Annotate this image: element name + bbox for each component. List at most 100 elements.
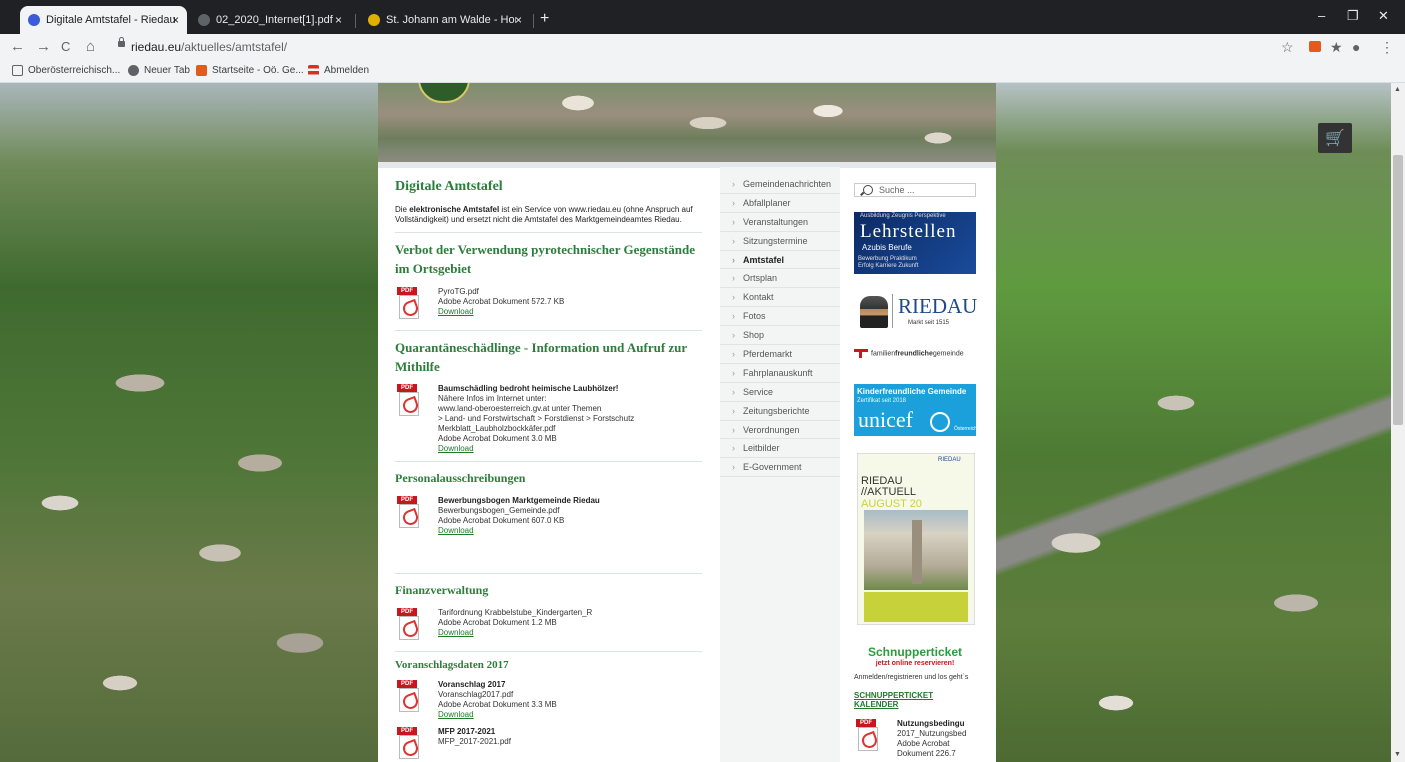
file-name: MFP_2017-2021.pdf: [438, 737, 511, 746]
address-bar[interactable]: riedau.eu/aktuelles/amtstafel/: [131, 40, 287, 54]
nav-item-ortsplan[interactable]: Ortsplan: [720, 269, 840, 289]
scroll-thumb[interactable]: [1393, 155, 1403, 425]
content-page: Digitale Amtstafel Die elektronische Amt…: [378, 83, 996, 762]
riedau-aktuell-magazine[interactable]: RIEDAU RIEDAU //AKTUELL AUGUST 20: [857, 453, 975, 625]
maximize-icon[interactable]: ❐: [1347, 8, 1359, 24]
tab-strip: Digitale Amtstafel - RiedauJeben × 02_20…: [0, 0, 1405, 34]
minimize-icon[interactable]: –: [1318, 8, 1325, 23]
back-icon[interactable]: ←: [10, 38, 25, 55]
file-info: Adobe Acrobat Dokument 572.7 KB: [438, 297, 565, 306]
bookmark-label: Neuer Tab: [144, 65, 190, 76]
pdf-icon[interactable]: PDF: [854, 719, 884, 751]
statue-image: [912, 520, 922, 584]
tab-pdf[interactable]: 02_2020_Internet[1].pdf ×: [190, 6, 350, 34]
scroll-up-icon[interactable]: ▲: [1394, 86, 1401, 93]
nav-item-fotos[interactable]: Fotos: [720, 307, 840, 327]
vertical-scrollbar[interactable]: ▲ ▼: [1391, 83, 1405, 762]
download-link[interactable]: Download: [438, 628, 474, 637]
nav-item-kontakt[interactable]: Kontakt: [720, 288, 840, 308]
new-tab-button[interactable]: +: [540, 10, 549, 28]
scroll-down-icon[interactable]: ▼: [1394, 751, 1401, 758]
bookmark-startseite[interactable]: Startseite - Oö. Ge...: [196, 65, 304, 76]
tab-title: Digitale Amtstafel - RiedauJeben: [46, 14, 176, 26]
divider: [395, 461, 702, 462]
nav-item-amtstafel[interactable]: Amtstafel: [720, 251, 840, 270]
extensions-puzzle-icon[interactable]: ★: [1330, 39, 1343, 56]
pdf-icon[interactable]: PDF: [395, 384, 425, 416]
file-info: Adobe Acrobat Dokument 3.0 MB: [438, 434, 557, 443]
pdf-icon[interactable]: PDF: [395, 680, 425, 712]
unicef-brand: unicef: [858, 407, 913, 432]
bookmark-star-icon[interactable]: ☆: [1281, 39, 1294, 56]
search-input[interactable]: Suche ...: [854, 183, 976, 197]
lehrstellen-banner[interactable]: Ausbildung Zeugnis Perspektive Lehrstell…: [854, 212, 976, 274]
schnupper-title: Schnupperticket: [867, 645, 963, 659]
close-tab-icon[interactable]: ×: [335, 13, 342, 27]
riedau-logo[interactable]: RIEDAU Markt seit 1515: [854, 292, 978, 330]
pdf-icon[interactable]: PDF: [395, 727, 425, 759]
familienfreundliche-gemeinde-logo[interactable]: familienfreundlichegemeinde: [854, 349, 976, 363]
nav-item-fahrplanauskunft[interactable]: Fahrplanauskunft: [720, 364, 840, 383]
tab-digitale-amtstafel[interactable]: Digitale Amtstafel - RiedauJeben ×: [20, 6, 187, 34]
intro-bold: elektronische Amtstafel: [409, 205, 500, 214]
background-photo-left: [0, 83, 378, 762]
nav-item-e-government[interactable]: E-Government: [720, 458, 840, 478]
download-link[interactable]: Download: [438, 710, 474, 719]
close-tab-icon[interactable]: ×: [515, 13, 522, 27]
shopping-cart-icon[interactable]: 🛒: [1318, 123, 1352, 153]
bookmark-icon: [12, 65, 23, 76]
nav-item-leitbilder[interactable]: Leitbilder: [720, 439, 840, 459]
search-icon: [863, 185, 873, 195]
magazine-title: RIEDAU //AKTUELL: [861, 475, 917, 498]
menu-icon[interactable]: ⋮: [1380, 39, 1394, 56]
pdf-icon[interactable]: PDF: [395, 496, 425, 528]
tab-separator: [533, 14, 534, 28]
download-link[interactable]: Download: [438, 444, 474, 453]
forward-icon[interactable]: →: [36, 38, 51, 55]
home-icon[interactable]: ⌂: [86, 38, 95, 55]
nav-item-service[interactable]: Service: [720, 383, 840, 402]
bookmark-ooe[interactable]: Oberösterreichisch...: [12, 65, 120, 76]
bookmark-abmelden[interactable]: Abmelden: [308, 65, 369, 76]
close-window-icon[interactable]: ✕: [1378, 8, 1389, 24]
magazine-stripe: [864, 592, 968, 622]
file-name: Tarifordnung Krabbelstube_Kindergarten_R: [438, 608, 593, 617]
download-item: PDF Voranschlag 2017 Voranschlag2017.pdf…: [395, 680, 702, 720]
reload-icon[interactable]: C: [61, 39, 70, 54]
bookmark-neuer-tab[interactable]: Neuer Tab: [128, 65, 190, 76]
intro-text: Die elektronische Amtstafel ist ein Serv…: [395, 205, 702, 225]
schnupperticket-banner[interactable]: Schnupperticket jetzt online reservieren…: [854, 645, 976, 667]
download-item: PDF Tarifordnung Krabbelstube_Kindergart…: [395, 608, 702, 644]
nav-item-gemeindenachrichten[interactable]: Gemeindenachrichten: [720, 175, 840, 194]
nav-item-abfallplaner[interactable]: Abfallplaner: [720, 194, 840, 213]
pdf-label: PDF: [397, 496, 417, 504]
nav-item-pferdemarkt[interactable]: Pferdemarkt: [720, 345, 840, 364]
side-navigation: Gemeindenachrichten Abfallplaner Veranst…: [720, 167, 840, 762]
extension-icon[interactable]: [1309, 41, 1321, 52]
riedau-name: RIEDAU: [898, 294, 978, 318]
pdf-icon[interactable]: PDF: [395, 287, 425, 319]
nav-item-veranstaltungen[interactable]: Veranstaltungen: [720, 213, 840, 232]
portrait-icon: [860, 296, 888, 328]
nav-item-shop[interactable]: Shop: [720, 326, 840, 346]
close-tab-icon[interactable]: ×: [172, 13, 179, 27]
account-icon[interactable]: ●: [1352, 39, 1360, 55]
section-heading: Voranschlagsdaten 2017: [395, 659, 509, 671]
download-link[interactable]: Download: [438, 307, 474, 316]
tab-st-johann[interactable]: St. Johann am Walde - Home - U ×: [360, 6, 530, 34]
item-line: > Land- und Forstwirtschaft > Forstdiens…: [438, 414, 635, 423]
schnupperticket-kalender-link[interactable]: SCHNUPPERTICKET KALENDER: [854, 691, 976, 709]
pdf-icon[interactable]: PDF: [395, 608, 425, 640]
header-aerial-photo: [378, 83, 996, 162]
pdf-label: PDF: [397, 680, 417, 688]
lehr-line1: Bewerbung Praktikum: [858, 256, 917, 262]
download-link[interactable]: Download: [438, 526, 474, 535]
file-name: Voranschlag2017.pdf: [438, 690, 514, 699]
nav-item-zeitungsberichte[interactable]: Zeitungsberichte: [720, 402, 840, 421]
nav-item-verordnungen[interactable]: Verordnungen: [720, 421, 840, 440]
nav-item-sitzungstermine[interactable]: Sitzungstermine: [720, 232, 840, 251]
divider: [395, 573, 702, 574]
file-name: Bewerbungsbogen_Gemeinde.pdf: [438, 506, 560, 515]
unicef-banner[interactable]: Kinderfreundliche Gemeinde Zertifikat se…: [854, 384, 977, 436]
item-line: Nähere Infos im Internet unter:: [438, 394, 547, 403]
